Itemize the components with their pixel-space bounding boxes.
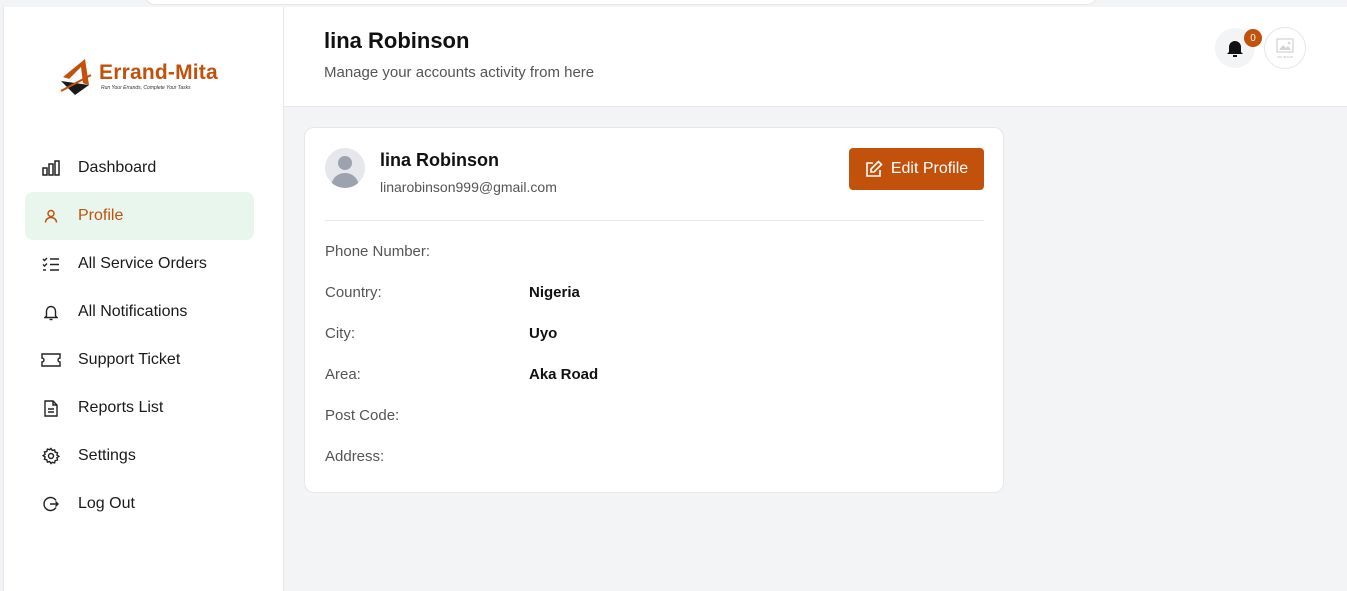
field-address: Address:	[325, 448, 985, 468]
sidebar-item-dashboard[interactable]: Dashboard	[25, 144, 254, 192]
field-label: Phone Number:	[325, 243, 431, 260]
field-value: Aka Road	[529, 366, 599, 383]
brand-name: Errand-Mita	[99, 61, 218, 84]
field-country: Country: Nigeria	[325, 284, 985, 304]
default-avatar-icon	[331, 156, 359, 188]
sidebar-item-service-orders[interactable]: All Service Orders	[25, 240, 254, 288]
field-value: Uyo	[529, 325, 558, 342]
field-city: City: Uyo	[325, 325, 985, 345]
sidebar-item-label: Support Ticket	[78, 351, 181, 368]
bar-chart-icon	[41, 158, 61, 178]
sidebar-item-label: Profile	[78, 207, 124, 224]
sidebar-item-settings[interactable]: Settings	[25, 432, 254, 480]
checklist-icon	[41, 254, 61, 274]
sidebar-nav: Dashboard Profile All Service Orders All…	[25, 144, 254, 528]
notification-count-badge: 0	[1244, 29, 1262, 47]
browser-top-strip	[145, 0, 1097, 5]
sidebar-item-support-ticket[interactable]: Support Ticket	[25, 336, 254, 384]
ticket-icon	[41, 350, 61, 370]
logo-mark-icon	[60, 59, 92, 95]
sidebar-item-notifications[interactable]: All Notifications	[25, 288, 254, 336]
no-image-label: NO IMAGE	[1277, 55, 1292, 59]
edit-profile-label: Edit Profile	[890, 160, 969, 177]
field-label: Address:	[325, 448, 385, 465]
edit-profile-button[interactable]: Edit Profile	[849, 148, 984, 190]
sidebar-item-reports-list[interactable]: Reports List	[25, 384, 254, 432]
sidebar: Errand-Mita Run Your Errands, Complete Y…	[3, 7, 284, 591]
profile-name: lina Robinson	[380, 150, 499, 170]
sidebar-item-profile[interactable]: Profile	[25, 192, 254, 240]
sidebar-item-label: Log Out	[78, 495, 135, 512]
bell-icon	[1227, 41, 1243, 57]
field-label: Post Code:	[325, 407, 400, 424]
field-label: City:	[325, 325, 355, 342]
brand-logo[interactable]: Errand-Mita Run Your Errands, Complete Y…	[59, 53, 239, 103]
field-label: Country:	[325, 284, 382, 301]
brand-tagline: Run Your Errands, Complete Your Tasks	[101, 85, 191, 91]
logout-icon	[41, 494, 61, 514]
profile-card: lina Robinson linarobinson999@gmail.com …	[304, 127, 1004, 493]
field-post-code: Post Code:	[325, 407, 985, 427]
sidebar-item-logout[interactable]: Log Out	[25, 480, 254, 528]
document-icon	[41, 398, 61, 418]
page-title: lina Robinson	[324, 28, 470, 53]
field-area: Area: Aka Road	[325, 366, 985, 386]
field-phone-number: Phone Number:	[325, 243, 985, 263]
page-header: lina Robinson Manage your accounts activ…	[284, 7, 1347, 107]
bell-icon	[41, 302, 61, 322]
sidebar-item-label: All Notifications	[78, 303, 188, 320]
sidebar-item-label: Reports List	[78, 399, 164, 416]
sidebar-item-label: All Service Orders	[78, 255, 207, 272]
field-value: Nigeria	[529, 284, 580, 301]
notifications-button[interactable]: 0	[1215, 28, 1262, 68]
edit-icon	[865, 160, 883, 178]
sidebar-item-label: Dashboard	[78, 159, 157, 176]
sidebar-item-label: Settings	[78, 447, 136, 464]
profile-email: linarobinson999@gmail.com	[380, 179, 557, 195]
gear-icon	[41, 446, 61, 466]
field-label: Area:	[325, 366, 361, 383]
no-image-placeholder-icon: NO IMAGE	[1276, 38, 1294, 59]
avatar	[325, 148, 365, 188]
card-divider	[325, 220, 984, 221]
page-subtitle: Manage your accounts activity from here	[324, 64, 595, 81]
user-avatar-button[interactable]: NO IMAGE	[1264, 27, 1306, 69]
user-icon	[41, 206, 61, 226]
